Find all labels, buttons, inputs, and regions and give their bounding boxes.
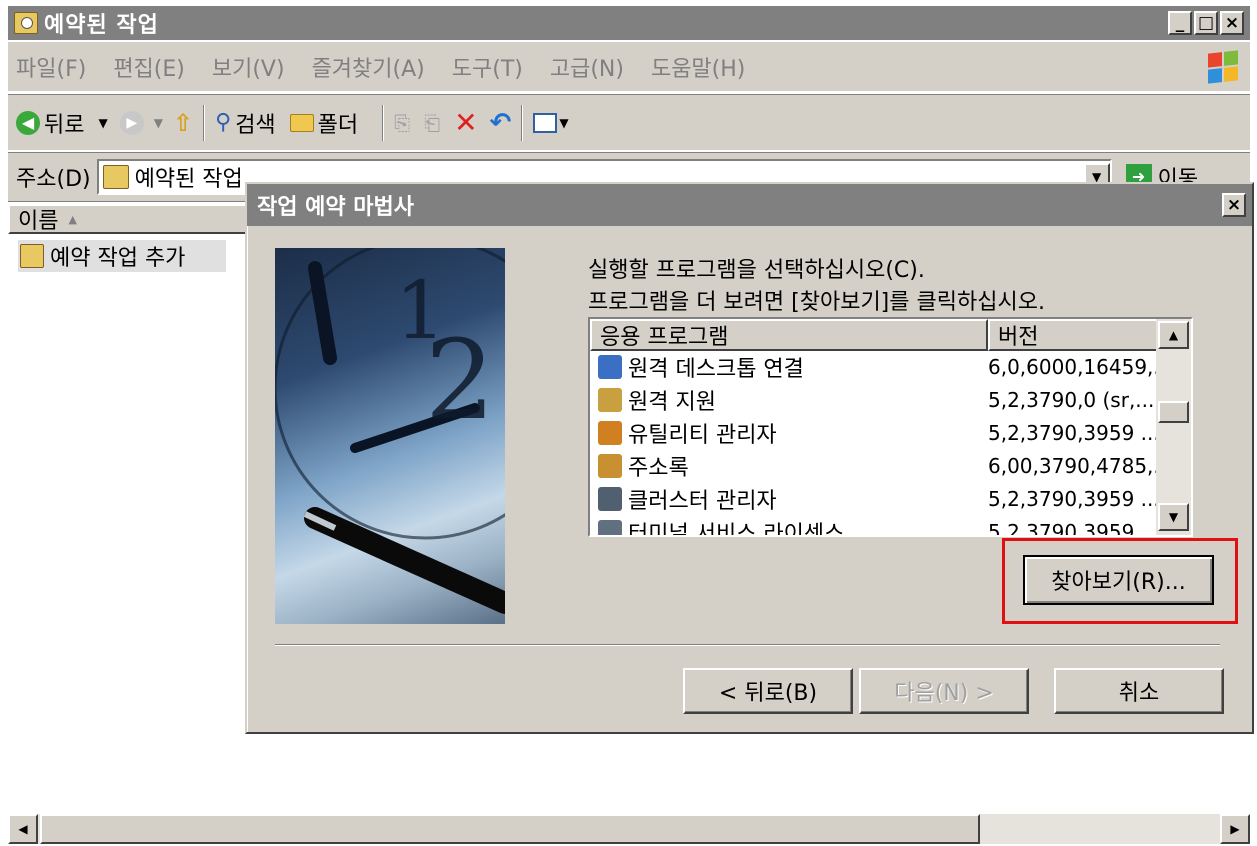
address-value: 예약된 작업 (134, 167, 243, 192)
remote-desktop-icon (598, 355, 622, 379)
copy-to-icon[interactable]: ⎗ (424, 111, 440, 135)
terminal-license-icon (598, 520, 622, 535)
scroll-thumb[interactable] (40, 814, 980, 844)
scroll-right-button[interactable]: ▶ (1220, 814, 1250, 844)
list-item[interactable]: 원격 데스크톱 연결 6,0,6000,16459,... (598, 351, 1156, 383)
program-name: 주소록 (628, 456, 689, 481)
program-rows: 원격 데스크톱 연결 6,0,6000,16459,... 원격 지원 5,2,… (590, 351, 1156, 535)
program-list-scrollbar[interactable]: ▲ ▼ (1156, 319, 1191, 535)
menu-advanced[interactable]: 고급(N) (550, 51, 624, 83)
scheduled-tasks-folder-icon (14, 12, 38, 34)
scheduled-tasks-folder-icon (102, 165, 129, 189)
windows-logo-icon (1208, 49, 1238, 84)
program-name: 원격 지원 (628, 390, 716, 415)
program-version: 6,00,3790,4785,... (988, 454, 1156, 478)
back-dropdown-icon[interactable]: ▼ (98, 116, 107, 130)
add-task-icon (20, 244, 44, 268)
instruction-line-2: 프로그램을 더 보려면 [찾아보기]를 클릭하십시오. (588, 290, 1045, 315)
toolbar-separator (521, 104, 524, 141)
browse-button[interactable]: 찾아보기(R)... (1023, 555, 1214, 605)
program-list[interactable]: 응용 프로그램 버전 원격 데스크톱 연결 6,0,6000,16459,...… (588, 317, 1193, 537)
views-icon[interactable] (533, 112, 558, 133)
svg-text:1: 1 (395, 264, 446, 357)
menu-view[interactable]: 보기(V) (212, 51, 285, 83)
remote-assist-icon (598, 388, 622, 412)
menu-edit[interactable]: 편집(E) (113, 51, 185, 83)
address-label: 주소(D) (16, 167, 91, 192)
program-version: 5,2,3790,0 (sr,... (988, 388, 1155, 412)
scroll-down-button[interactable]: ▼ (1158, 503, 1189, 531)
window-title-bar[interactable]: 예약된 작업 _ □ × (8, 6, 1250, 40)
window-title: 예약된 작업 (44, 13, 159, 38)
menu-help[interactable]: 도움말(H) (651, 51, 745, 83)
toolbar-separator (382, 104, 385, 141)
program-version: 6,0,6000,16459,... (988, 355, 1156, 379)
program-list-header: 응용 프로그램 버전 (590, 319, 1191, 351)
search-icon[interactable]: ⚲ (215, 110, 231, 135)
up-folder-icon[interactable]: ⇧ (173, 109, 193, 137)
move-to-icon[interactable]: ⎘ (394, 111, 410, 135)
instruction-line-1: 실행할 프로그램을 선택하십시오(C). (588, 258, 925, 283)
forward-arrow-icon[interactable]: ▶ (119, 110, 144, 135)
menu-bar: 파일(F) 편집(E) 보기(V) 즐겨찾기(A) 도구(T) 고급(N) 도움… (8, 42, 1250, 92)
program-version: 5,2,3790,3959 ... (988, 487, 1156, 511)
browse-button-label: 찾아보기(R)... (1051, 570, 1186, 595)
list-item[interactable]: 클러스터 관리자 5,2,3790,3959 ... (598, 483, 1156, 515)
next-button[interactable]: 다음(N) > (859, 668, 1029, 714)
list-item[interactable]: 원격 지원 5,2,3790,0 (sr,... (598, 384, 1154, 416)
wizard-clock-pen-image: 2 1 (275, 248, 505, 624)
maximize-button[interactable]: □ (1194, 11, 1218, 35)
scroll-left-button[interactable]: ◀ (8, 814, 38, 844)
views-dropdown-icon[interactable]: ▼ (559, 116, 568, 130)
program-name: 원격 데스크톱 연결 (628, 357, 804, 382)
program-version: 5,2,3790,3959 ... (988, 421, 1156, 445)
toolbar-separator (203, 104, 206, 141)
list-item[interactable]: 터미널 서비스 라이센스 5,2,3790,3959 ... (598, 516, 1156, 535)
menu-favorites[interactable]: 즐겨찾기(A) (312, 51, 425, 83)
list-item-label: 예약 작업 추가 (50, 246, 186, 271)
address-book-icon (598, 454, 622, 478)
utility-manager-icon (598, 421, 622, 445)
task-wizard-dialog: 작업 예약 마법사 × 2 1 실행할 프로그램을 선택하십시오(C). 프로그… (245, 182, 1254, 734)
menu-file[interactable]: 파일(F) (16, 51, 86, 83)
column-header-application[interactable]: 응용 프로그램 (590, 319, 988, 351)
back-button-label[interactable]: 뒤로 (44, 107, 84, 139)
program-name: 클러스터 관리자 (628, 489, 777, 514)
dialog-close-button[interactable]: × (1222, 193, 1246, 217)
back-button[interactable]: < 뒤로(B) (683, 668, 853, 714)
folders-icon[interactable] (289, 113, 314, 132)
list-item[interactable]: 예약 작업 추가 (18, 240, 226, 272)
undo-icon[interactable]: ↶ (490, 108, 512, 138)
scroll-up-button[interactable]: ▲ (1158, 321, 1189, 349)
delete-icon[interactable]: ✕ (454, 106, 477, 139)
sort-ascending-icon: ▲ (68, 212, 77, 226)
menu-tools[interactable]: 도구(T) (452, 51, 523, 83)
cancel-button[interactable]: 취소 (1054, 668, 1224, 714)
dialog-title: 작업 예약 마법사 (257, 195, 414, 220)
cluster-manager-icon (598, 487, 622, 511)
dialog-separator (275, 644, 1220, 646)
list-item[interactable]: 주소록 6,00,3790,4785,... (598, 450, 1156, 482)
program-version: 5,2,3790,3959 ... (988, 520, 1156, 535)
folders-button-label[interactable]: 폴더 (318, 107, 358, 139)
close-button[interactable]: × (1220, 11, 1244, 35)
dialog-title-bar[interactable]: 작업 예약 마법사 × (247, 184, 1252, 226)
program-name: 터미널 서비스 라이센스 (628, 522, 845, 535)
back-arrow-icon[interactable]: ◀ (16, 110, 40, 135)
list-item[interactable]: 유틸리티 관리자 5,2,3790,3959 ... (598, 417, 1156, 449)
scroll-thumb[interactable] (1158, 401, 1189, 423)
forward-dropdown-icon[interactable]: ▼ (154, 116, 163, 130)
program-name: 유틸리티 관리자 (628, 423, 777, 448)
minimize-button[interactable]: _ (1168, 11, 1192, 35)
search-button-label[interactable]: 검색 (235, 107, 275, 139)
horizontal-scrollbar[interactable]: ◀ ▶ (8, 814, 1250, 844)
toolbar: ◀ 뒤로 ▼ ▶ ▼ ⇧ ⚲ 검색 폴더 ⎘ ⎗ ✕ ↶ ▼ (8, 94, 1250, 150)
